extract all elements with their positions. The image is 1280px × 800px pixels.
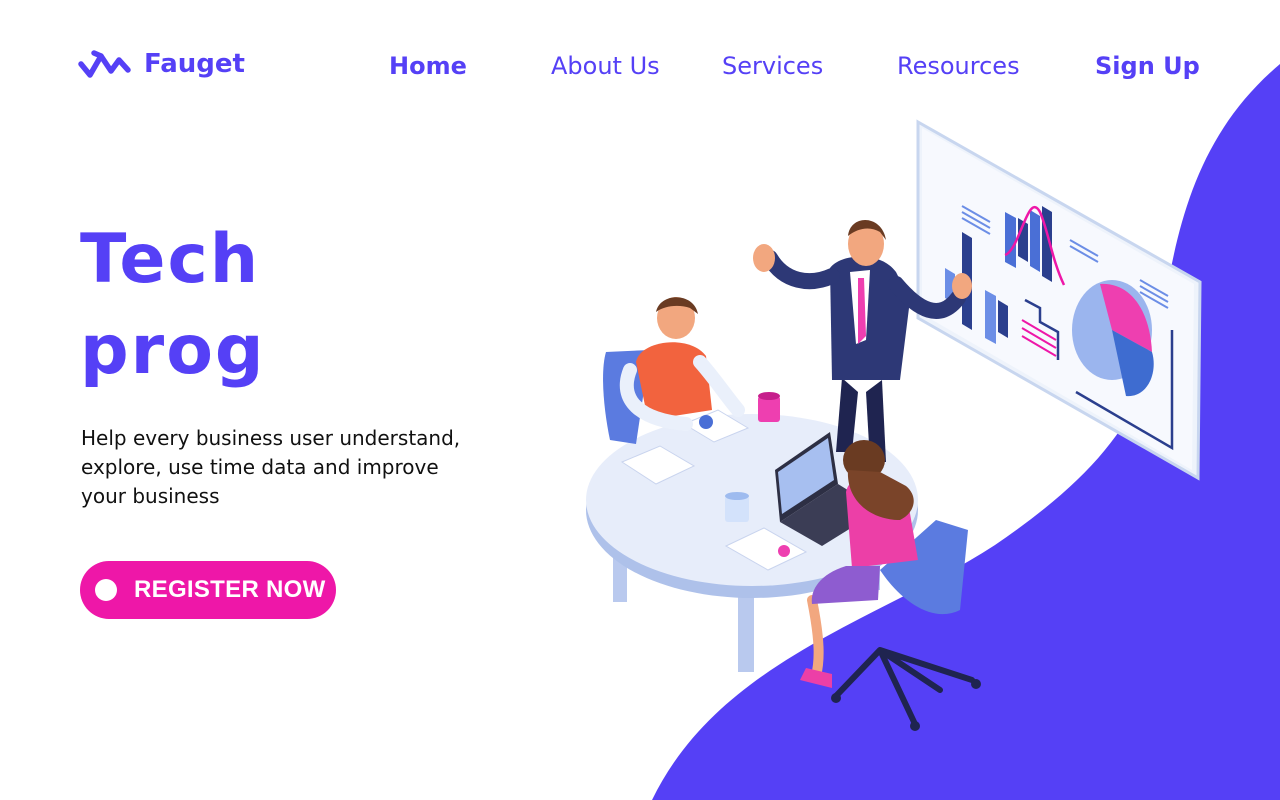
business-meeting-illustration xyxy=(586,119,1202,731)
